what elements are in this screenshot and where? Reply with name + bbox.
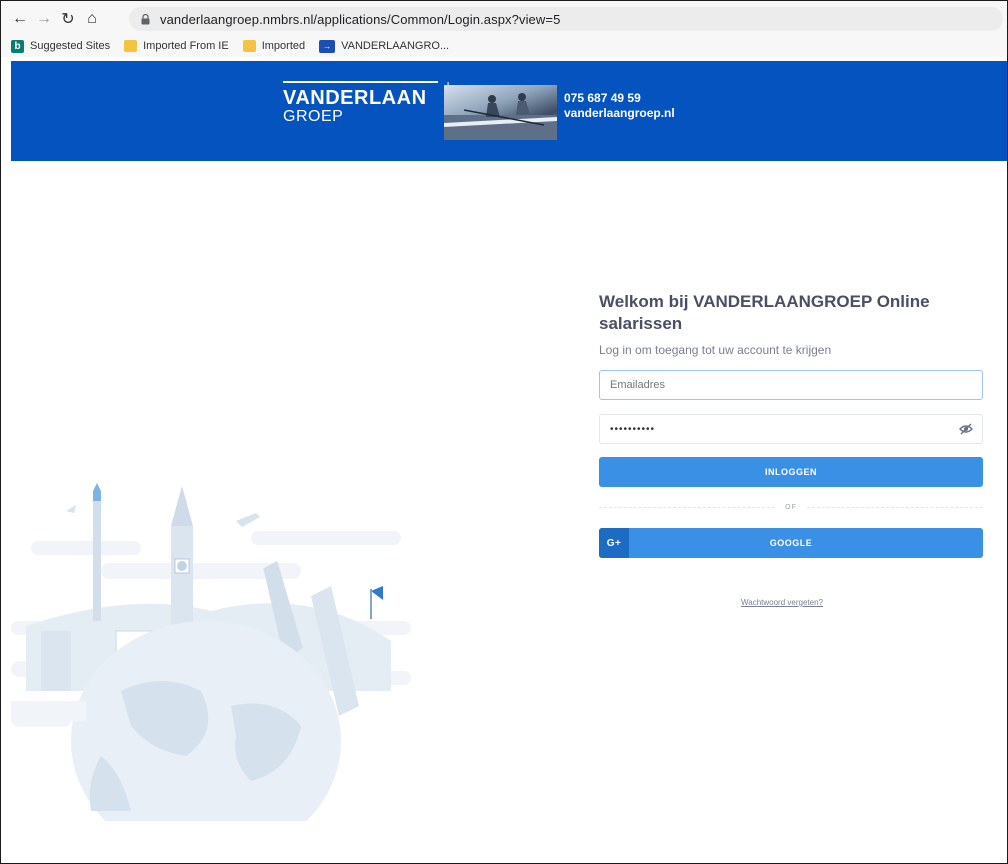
- back-icon[interactable]: ←: [9, 8, 31, 30]
- url-text: vanderlaangroep.nmbrs.nl/applications/Co…: [160, 11, 561, 27]
- vanderlaan-favicon: →: [319, 39, 336, 53]
- phone-number: 075 687 49 59: [564, 91, 641, 105]
- google-plus-icon: G+: [599, 528, 629, 558]
- bookmark-label: VANDERLAANGRO...: [341, 40, 450, 52]
- bookmark-vanderlaangroep[interactable]: → VANDERLAANGRO...: [319, 39, 450, 53]
- folder-icon: [242, 40, 256, 52]
- bookmark-label: Suggested Sites: [30, 40, 111, 52]
- bookmark-imported[interactable]: Imported: [242, 40, 306, 52]
- company-logo: VANDERLAAN GROEP +: [283, 77, 452, 126]
- forgot-password-link[interactable]: Wachtwoord vergeten?: [741, 598, 823, 607]
- email-input[interactable]: [599, 370, 983, 400]
- reload-icon[interactable]: ↻: [57, 8, 79, 30]
- website-text: vanderlaangroep.nl: [564, 106, 675, 120]
- google-button-label: GOOGLE: [769, 538, 813, 548]
- logo-rule: [283, 81, 438, 83]
- url-field[interactable]: vanderlaangroep.nmbrs.nl/applications/Co…: [129, 7, 1003, 31]
- bookmark-label: Imported: [261, 40, 306, 52]
- logo-sub-text: GROEP: [283, 108, 344, 125]
- rowing-photo: [444, 85, 557, 140]
- folder-icon: [124, 40, 138, 52]
- lock-icon: [141, 13, 150, 24]
- google-login-button[interactable]: G+ GOOGLE: [599, 528, 983, 558]
- bookmark-label: Imported From IE: [143, 40, 229, 52]
- header-banner: VANDERLAAN GROEP + 075 687 49 59 vanderl…: [11, 61, 1007, 161]
- or-divider: OF: [599, 501, 984, 513]
- home-icon[interactable]: ⌂: [81, 8, 103, 30]
- logo-main-text: VANDERLAAN: [283, 87, 427, 109]
- bing-icon: b: [11, 39, 24, 53]
- browser-window: ← → ↻ ⌂ vanderlaangroep.nmbrs.nl/applica…: [0, 0, 1008, 864]
- contact-info: 075 687 49 59 vanderlaangroep.nl: [564, 91, 675, 121]
- page-subtitle: Log in om toegang tot uw account te krij…: [599, 343, 832, 357]
- divider-text: OF: [785, 503, 797, 511]
- address-bar: ← → ↻ ⌂ vanderlaangroep.nmbrs.nl/applica…: [1, 1, 1007, 37]
- bookmarks-bar: b Suggested Sites Imported From IE Impor…: [1, 35, 1007, 57]
- bookmark-suggested-sites[interactable]: b Suggested Sites: [11, 39, 111, 53]
- travel-illustration: [11, 483, 411, 821]
- login-button[interactable]: INLOGGEN: [599, 457, 983, 487]
- divider-line: [599, 506, 776, 508]
- eye-slash-icon[interactable]: [959, 423, 973, 435]
- forward-icon[interactable]: →: [33, 8, 55, 30]
- divider-line: [806, 506, 984, 508]
- bookmark-imported-from-ie[interactable]: Imported From IE: [124, 40, 229, 52]
- password-input[interactable]: [599, 414, 983, 444]
- rowers-image: [444, 93, 557, 140]
- page-title: Welkom bij VANDERLAANGROEP Online salari…: [599, 292, 930, 333]
